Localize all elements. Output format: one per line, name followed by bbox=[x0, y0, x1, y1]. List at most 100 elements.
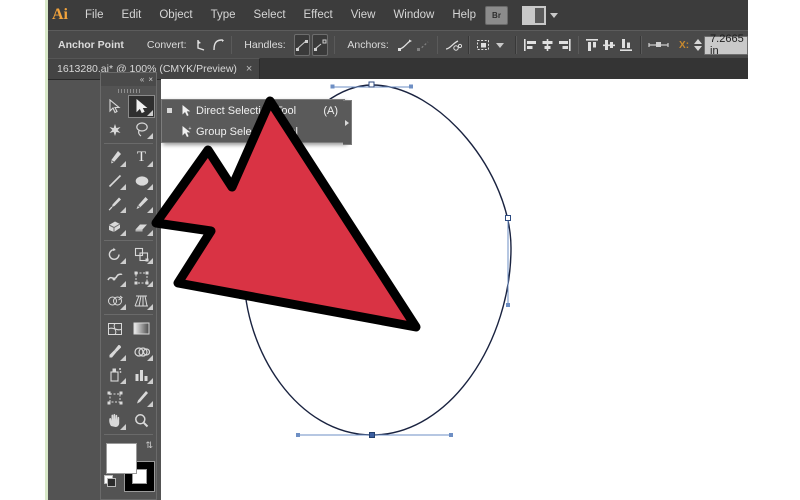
align-left-icon[interactable] bbox=[523, 35, 538, 55]
convert-to-corner-icon[interactable] bbox=[195, 35, 209, 55]
flyout-item-direct-selection-tool[interactable]: Direct Selection Tool (A) bbox=[162, 100, 344, 121]
tool-flyout-indicator[interactable] bbox=[120, 378, 126, 384]
menu-item-select[interactable]: Select bbox=[245, 5, 295, 25]
menu-item-file[interactable]: File bbox=[76, 5, 113, 25]
menu-item-view[interactable]: View bbox=[342, 5, 385, 25]
tool-blob-brush-tool[interactable] bbox=[101, 215, 128, 238]
tool-mesh-tool[interactable] bbox=[101, 317, 128, 340]
swap-fill-stroke-icon[interactable]: ⇅ bbox=[145, 440, 153, 451]
tool-flyout-indicator[interactable] bbox=[120, 424, 126, 430]
tool-selection-tool[interactable] bbox=[101, 95, 128, 118]
isolate-selected-object-icon[interactable] bbox=[476, 35, 491, 55]
ai-logo-icon: Ai bbox=[52, 3, 68, 27]
tool-artboard-tool[interactable] bbox=[101, 386, 128, 409]
tool-type-tool[interactable]: T bbox=[128, 146, 155, 169]
align-top-icon[interactable] bbox=[585, 35, 600, 55]
tool-flyout-indicator[interactable] bbox=[120, 230, 126, 236]
tool-slice-tool[interactable] bbox=[128, 386, 155, 409]
arrange-documents-icon bbox=[522, 5, 546, 25]
tool-hand-tool[interactable] bbox=[101, 409, 128, 432]
tool-flyout-indicator[interactable] bbox=[147, 281, 153, 287]
tool-flyout-indicator[interactable] bbox=[147, 110, 153, 116]
collapse-icon[interactable]: « bbox=[140, 75, 144, 84]
tool-blend-tool[interactable] bbox=[128, 340, 155, 363]
tool-flyout-indicator[interactable] bbox=[120, 355, 126, 361]
menu-item-edit[interactable]: Edit bbox=[113, 5, 151, 25]
connect-anchors-icon[interactable] bbox=[415, 35, 431, 55]
tool-pencil-tool[interactable] bbox=[128, 192, 155, 215]
tool-direct-selection-tool[interactable] bbox=[128, 95, 155, 118]
align-center-horizontal-icon[interactable] bbox=[540, 35, 555, 55]
divider bbox=[577, 36, 580, 54]
tool-eyedropper-tool[interactable] bbox=[101, 340, 128, 363]
tool-width-tool[interactable] bbox=[101, 266, 128, 289]
cut-path-icon[interactable] bbox=[444, 35, 463, 55]
convert-to-smooth-icon[interactable] bbox=[211, 35, 225, 55]
menu-item-object[interactable]: Object bbox=[150, 5, 201, 25]
tool-flyout-indicator[interactable] bbox=[147, 184, 153, 190]
align-middle-vertical-icon[interactable] bbox=[602, 35, 617, 55]
transform-icon[interactable] bbox=[648, 35, 670, 55]
tool-flyout-indicator[interactable] bbox=[120, 304, 126, 310]
flyout-item-shortcut: (A) bbox=[323, 104, 338, 117]
fill-swatch[interactable] bbox=[106, 443, 137, 474]
tools-panel: « × T ⇅ bbox=[100, 72, 157, 500]
tool-shape-builder-tool[interactable] bbox=[101, 289, 128, 312]
tool-flyout-indicator[interactable] bbox=[147, 378, 153, 384]
menu-item-help[interactable]: Help bbox=[443, 5, 485, 25]
bridge-button[interactable]: Br bbox=[485, 5, 508, 25]
tool-flyout-indicator[interactable] bbox=[147, 133, 153, 139]
tool-flyout-indicator[interactable] bbox=[147, 304, 153, 310]
anchor-bottom bbox=[369, 432, 375, 438]
tool-flyout-indicator[interactable] bbox=[147, 207, 153, 213]
tool-line-segment-tool[interactable] bbox=[101, 169, 128, 192]
tear-off-handle[interactable] bbox=[343, 100, 352, 145]
tool-flyout-indicator[interactable] bbox=[147, 258, 153, 264]
panel-drag-grip[interactable] bbox=[101, 86, 156, 95]
tool-flyout-indicator[interactable] bbox=[147, 355, 153, 361]
handles-label: Handles: bbox=[244, 39, 286, 51]
chevron-down-icon[interactable] bbox=[496, 42, 505, 48]
tool-flyout-indicator[interactable] bbox=[147, 161, 153, 167]
tool-flyout-indicator[interactable] bbox=[120, 281, 126, 287]
tool-lasso-tool[interactable] bbox=[128, 118, 155, 141]
tool-scale-tool[interactable] bbox=[128, 243, 155, 266]
tool-flyout-indicator[interactable] bbox=[120, 161, 126, 167]
close-icon[interactable]: × bbox=[148, 75, 153, 84]
menu-item-type[interactable]: Type bbox=[202, 5, 245, 25]
tool-flyout-indicator[interactable] bbox=[147, 230, 153, 236]
menu-item-effect[interactable]: Effect bbox=[295, 5, 342, 25]
tool-eraser-tool[interactable] bbox=[128, 215, 155, 238]
tool-free-transform-tool[interactable] bbox=[128, 266, 155, 289]
align-right-icon[interactable] bbox=[557, 35, 572, 55]
tool-gradient-tool[interactable] bbox=[128, 317, 155, 340]
x-coordinate-input[interactable]: 7.2665 in bbox=[704, 33, 748, 57]
tool-flyout-indicator[interactable] bbox=[120, 258, 126, 264]
remove-anchor-icon[interactable] bbox=[397, 35, 413, 55]
tools-grid bbox=[101, 243, 156, 312]
divider bbox=[333, 36, 336, 54]
tool-perspective-grid-tool[interactable] bbox=[128, 289, 155, 312]
tool-rotate-tool[interactable] bbox=[101, 243, 128, 266]
tool-flyout-indicator[interactable] bbox=[120, 184, 126, 190]
tool-pen-tool[interactable] bbox=[101, 146, 128, 169]
flyout-item-group-selection-tool[interactable]: + Group Selection Tool bbox=[162, 121, 344, 142]
tool-paintbrush-tool[interactable] bbox=[101, 192, 128, 215]
menu-item-window[interactable]: Window bbox=[384, 5, 443, 25]
tool-magic-wand-tool[interactable] bbox=[101, 118, 128, 141]
close-icon[interactable]: × bbox=[246, 63, 252, 75]
arrange-documents-button[interactable] bbox=[522, 5, 558, 25]
hide-handles-icon[interactable] bbox=[311, 34, 328, 56]
tool-symbol-sprayer-tool[interactable] bbox=[101, 363, 128, 386]
x-stepper[interactable] bbox=[694, 39, 703, 51]
tool-column-graph-tool[interactable] bbox=[128, 363, 155, 386]
tool-ellipse-tool[interactable] bbox=[128, 169, 155, 192]
show-handles-icon[interactable] bbox=[293, 34, 310, 56]
tool-zoom-tool[interactable] bbox=[128, 409, 155, 432]
align-bottom-icon[interactable] bbox=[619, 35, 634, 55]
tool-flyout-indicator[interactable] bbox=[147, 401, 153, 407]
default-fill-stroke-icon[interactable] bbox=[104, 475, 116, 487]
tools-grid: T bbox=[101, 146, 156, 238]
tool-flyout-indicator[interactable] bbox=[120, 207, 126, 213]
divider bbox=[515, 36, 517, 54]
